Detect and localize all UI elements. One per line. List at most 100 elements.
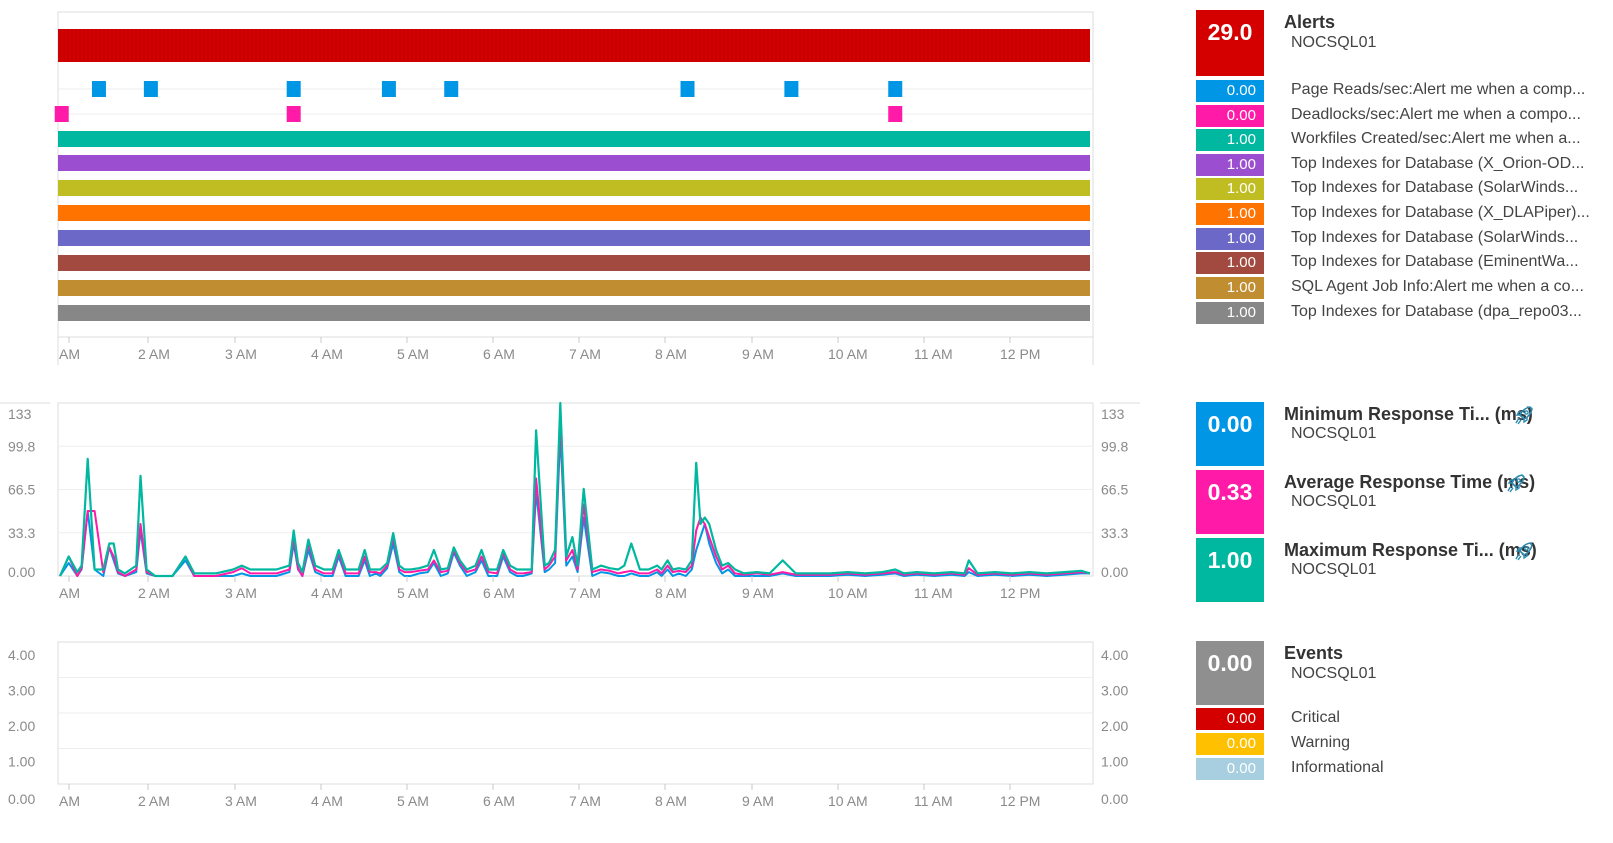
response-legend-title: Average Response Time (ms) xyxy=(1284,472,1536,492)
alert-bar-0[interactable] xyxy=(58,29,1090,62)
alerts-legend-item[interactable]: 1.00 Top Indexes for Database (SolarWind… xyxy=(1196,228,1613,250)
response-legend-title: Minimum Response Ti... (ms) xyxy=(1284,404,1533,424)
alerts-timeline-chart: AM 2 AM 3 AM 4 AM 5 AM 6 AM 7 AM 8 AM 9 AM 10 AM 1… xyxy=(54,11,1094,365)
x-tick-label: 2 AM xyxy=(138,346,170,362)
y-tick-label-left: 3.00 xyxy=(8,683,35,699)
y-tick-label-right: 33.3 xyxy=(1101,525,1128,541)
alerts-legend-label: Top Indexes for Database (SolarWinds... xyxy=(1291,179,1579,196)
alert-bar-10[interactable] xyxy=(58,305,1090,321)
alerts-legend-label: Top Indexes for Database (X_Orion-OD... xyxy=(1291,155,1585,172)
alerts-legend-item[interactable]: 1.00 Top Indexes for Database (SolarWind… xyxy=(1196,178,1613,200)
events-legend-label: Critical xyxy=(1291,709,1340,726)
x-tick-label: 12 PM xyxy=(1000,793,1040,809)
x-tick-label: 5 AM xyxy=(397,346,429,362)
alerts-legend-item[interactable]: 1.00 Top Indexes for Database (X_DLAPipe… xyxy=(1196,203,1613,225)
events-total-box[interactable]: 0.00 xyxy=(1196,641,1264,705)
alerts-total-box[interactable]: 29.0 xyxy=(1196,10,1264,76)
alert-bar-6[interactable] xyxy=(58,205,1090,221)
x-tick-label: 3 AM xyxy=(225,346,257,362)
alerts-legend-value: 0.00 xyxy=(1196,80,1264,102)
x-tick-label: 7 AM xyxy=(569,793,601,809)
y-tick-label-right: 0.00 xyxy=(1101,791,1128,807)
response-legend-item[interactable]: 0.00 Minimum Response Ti... (ms) NOCSQL0… xyxy=(1196,402,1613,468)
rocket-icon[interactable] xyxy=(1514,405,1534,425)
events-legend-item[interactable]: 0.00 Critical xyxy=(1196,708,1613,730)
alerts-legend-label: Top Indexes for Database (EminentWa... xyxy=(1291,253,1579,270)
alert-event-marker[interactable] xyxy=(286,106,301,122)
alert-event-marker[interactable] xyxy=(54,106,69,122)
alert-event-marker[interactable] xyxy=(91,81,106,97)
y-tick-label-left: 33.3 xyxy=(8,525,35,541)
rocket-icon[interactable] xyxy=(1514,541,1534,561)
response-legend-item[interactable]: 1.00 Maximum Response Ti... (ms) NOCSQL0… xyxy=(1196,538,1613,604)
x-tick-label: 2 AM xyxy=(138,585,170,601)
x-tick-label: 11 AM xyxy=(914,585,953,601)
x-tick-label: 10 AM xyxy=(828,346,868,362)
alert-event-marker[interactable] xyxy=(444,81,459,97)
events-legend-item[interactable]: 0.00 Informational xyxy=(1196,758,1613,780)
alert-event-marker[interactable] xyxy=(286,81,301,97)
alert-event-marker[interactable] xyxy=(680,81,695,97)
response-legend-title: Maximum Response Ti... (ms) xyxy=(1284,540,1537,560)
x-tick-label: 6 AM xyxy=(483,585,515,601)
y-tick-label-right: 2.00 xyxy=(1101,718,1128,734)
y-tick-label-left: 66.5 xyxy=(8,482,35,498)
alerts-legend-label: Top Indexes for Database (X_DLAPiper)... xyxy=(1291,204,1590,221)
events-legend-label: Warning xyxy=(1291,734,1350,751)
events-legend-label: Informational xyxy=(1291,759,1384,776)
alert-event-marker[interactable] xyxy=(143,81,158,97)
y-tick-label-right: 133 xyxy=(1101,406,1125,422)
alerts-legend-label: Deadlocks/sec:Alert me when a compo... xyxy=(1291,106,1581,123)
response-legend-subtitle: NOCSQL01 xyxy=(1291,493,1377,510)
y-tick-label-left: 99.8 xyxy=(8,438,35,454)
x-tick-label: 11 AM xyxy=(914,793,953,809)
response-legend-value: 1.00 xyxy=(1196,538,1264,602)
alerts-legend-label: Workfiles Created/sec:Alert me when a... xyxy=(1291,130,1581,147)
y-tick-label-left: 1.00 xyxy=(8,754,35,770)
alerts-legend-item[interactable]: 0.00 Page Reads/sec:Alert me when a comp… xyxy=(1196,80,1613,102)
x-tick-label: 4 AM xyxy=(311,585,343,601)
x-tick-label: 7 AM xyxy=(569,585,601,601)
alerts-legend-value: 0.00 xyxy=(1196,105,1264,127)
alerts-legend-item[interactable]: 1.00 SQL Agent Job Info:Alert me when a … xyxy=(1196,277,1613,299)
x-tick-label: 5 AM xyxy=(397,585,429,601)
x-tick-label: 8 AM xyxy=(655,793,687,809)
events-legend-item[interactable]: 0.00 Warning xyxy=(1196,733,1613,755)
x-tick-label: 5 AM xyxy=(397,793,429,809)
alert-bar-8[interactable] xyxy=(58,255,1090,271)
alerts-legend-label: SQL Agent Job Info:Alert me when a co... xyxy=(1291,278,1584,295)
x-tick-label: 6 AM xyxy=(483,346,515,362)
alert-event-marker[interactable] xyxy=(888,106,903,122)
x-tick-label: AM xyxy=(59,346,80,362)
alert-event-marker[interactable] xyxy=(381,81,396,97)
alerts-legend-value: 1.00 xyxy=(1196,228,1264,250)
events-legend-value: 0.00 xyxy=(1196,733,1264,755)
alerts-legend-item[interactable]: 1.00 Workfiles Created/sec:Alert me when… xyxy=(1196,129,1613,151)
alerts-legend-value: 1.00 xyxy=(1196,302,1264,324)
y-tick-label-right: 1.00 xyxy=(1101,754,1128,770)
alerts-legend-value: 1.00 xyxy=(1196,277,1264,299)
alerts-legend-item[interactable]: 1.00 Top Indexes for Database (X_Orion-O… xyxy=(1196,154,1613,176)
alert-bar-4[interactable] xyxy=(58,155,1090,171)
alerts-legend-label: Page Reads/sec:Alert me when a comp... xyxy=(1291,81,1586,98)
alert-bar-3[interactable] xyxy=(58,131,1090,147)
events-legend-value: 0.00 xyxy=(1196,758,1264,780)
events-subtitle: NOCSQL01 xyxy=(1291,665,1377,682)
alert-bar-9[interactable] xyxy=(58,280,1090,296)
alert-bar-5[interactable] xyxy=(58,180,1090,196)
alerts-legend-label: Top Indexes for Database (SolarWinds... xyxy=(1291,229,1579,246)
alert-event-marker[interactable] xyxy=(888,81,903,97)
alert-event-marker[interactable] xyxy=(784,81,799,97)
alerts-legend-item[interactable]: 1.00 Top Indexes for Database (dpa_repo0… xyxy=(1196,302,1613,324)
rocket-icon[interactable] xyxy=(1506,473,1526,493)
response-legend-subtitle: NOCSQL01 xyxy=(1291,561,1377,578)
y-tick-label-right: 66.5 xyxy=(1101,482,1128,498)
alerts-legend-item[interactable]: 1.00 Top Indexes for Database (EminentWa… xyxy=(1196,252,1613,274)
y-tick-label-right: 0.00 xyxy=(1101,564,1128,580)
alerts-legend-item[interactable]: 0.00 Deadlocks/sec:Alert me when a compo… xyxy=(1196,105,1613,127)
x-tick-label: AM xyxy=(59,585,80,601)
alert-bar-7[interactable] xyxy=(58,230,1090,246)
response-legend-item[interactable]: 0.33 Average Response Time (ms) NOCSQL01 xyxy=(1196,470,1613,536)
x-tick-label: 10 AM xyxy=(828,585,868,601)
x-tick-label: 12 PM xyxy=(1000,346,1040,362)
